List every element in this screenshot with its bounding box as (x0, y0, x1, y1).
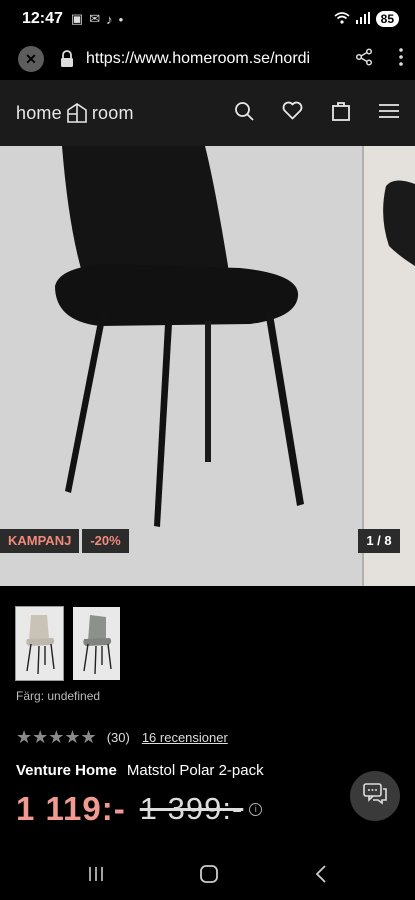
menu-icon[interactable] (379, 103, 399, 124)
message-notification-icon: ✉ (89, 11, 101, 26)
heart-icon[interactable] (282, 101, 303, 125)
info-icon[interactable]: i (249, 802, 263, 816)
campaign-badge: KAMPANJ (0, 529, 80, 553)
logo-house-icon (67, 103, 87, 123)
thumbnail-beige[interactable] (15, 606, 64, 681)
search-icon[interactable] (234, 101, 254, 126)
close-icon[interactable]: ✕ (18, 46, 44, 72)
site-header: home room (0, 80, 415, 146)
color-label: Färg: undefined (16, 689, 101, 703)
nav-back-icon[interactable] (315, 864, 327, 888)
thumbnail-grey[interactable] (73, 607, 120, 680)
original-price: 1 399:- (139, 791, 244, 826)
image-counter: 1 / 8 (358, 529, 400, 553)
logo-text-left: home (16, 102, 62, 123)
product-name: Matstol Polar 2-pack (126, 762, 264, 779)
product-title: Venture Home Matstol Polar 2-pack (16, 762, 264, 779)
chat-icon (363, 782, 387, 810)
chat-button[interactable] (350, 771, 400, 821)
system-nav-bar (0, 852, 415, 900)
battery-indicator: 85 (375, 11, 399, 27)
browser-url-bar: ✕ https://www.homeroom.se/nordi (0, 38, 415, 80)
homeroom-logo[interactable]: home room (16, 102, 134, 124)
share-icon[interactable] (355, 47, 373, 71)
product-gallery[interactable]: KAMPANJ -20% 1 / 8 (0, 146, 415, 586)
url-field[interactable]: https://www.homeroom.se/nordi (86, 50, 324, 68)
star-rating-icon: ★★★★★ (16, 727, 97, 747)
dot-icon: • (118, 11, 124, 27)
more-icon[interactable] (399, 47, 403, 71)
current-price: 1 119:- (16, 790, 126, 827)
image-notification-icon: ▣ (70, 11, 84, 26)
product-brand: Venture Home (16, 762, 117, 779)
lock-icon[interactable] (60, 50, 74, 68)
nav-recents-icon[interactable] (88, 866, 104, 887)
color-thumbnails (15, 606, 120, 681)
app-notification-icon: ♪ (106, 11, 113, 27)
bag-icon[interactable] (331, 101, 351, 126)
wifi-icon (334, 11, 350, 27)
discount-badge: -20% (82, 529, 129, 553)
badge-group: KAMPANJ -20% (0, 529, 132, 553)
price-block: 1 119:- 1 399:- i (16, 790, 263, 828)
product-image-chair[interactable] (0, 146, 364, 586)
notification-icons: ▣ ✉ ♪ • (71, 11, 123, 27)
signal-icon (355, 11, 370, 27)
product-rating: ★★★★★ (30) 16 recensioner (16, 727, 228, 748)
rating-count: (30) (106, 730, 130, 745)
status-time: 12:47 (22, 10, 63, 27)
logo-text-right: room (91, 102, 134, 123)
reviews-link[interactable]: 16 recensioner (142, 730, 228, 745)
status-bar: 12:47 ▣ ✉ ♪ • 85 (0, 0, 415, 38)
nav-home-icon[interactable] (200, 864, 219, 888)
next-product-image[interactable] (364, 146, 415, 586)
